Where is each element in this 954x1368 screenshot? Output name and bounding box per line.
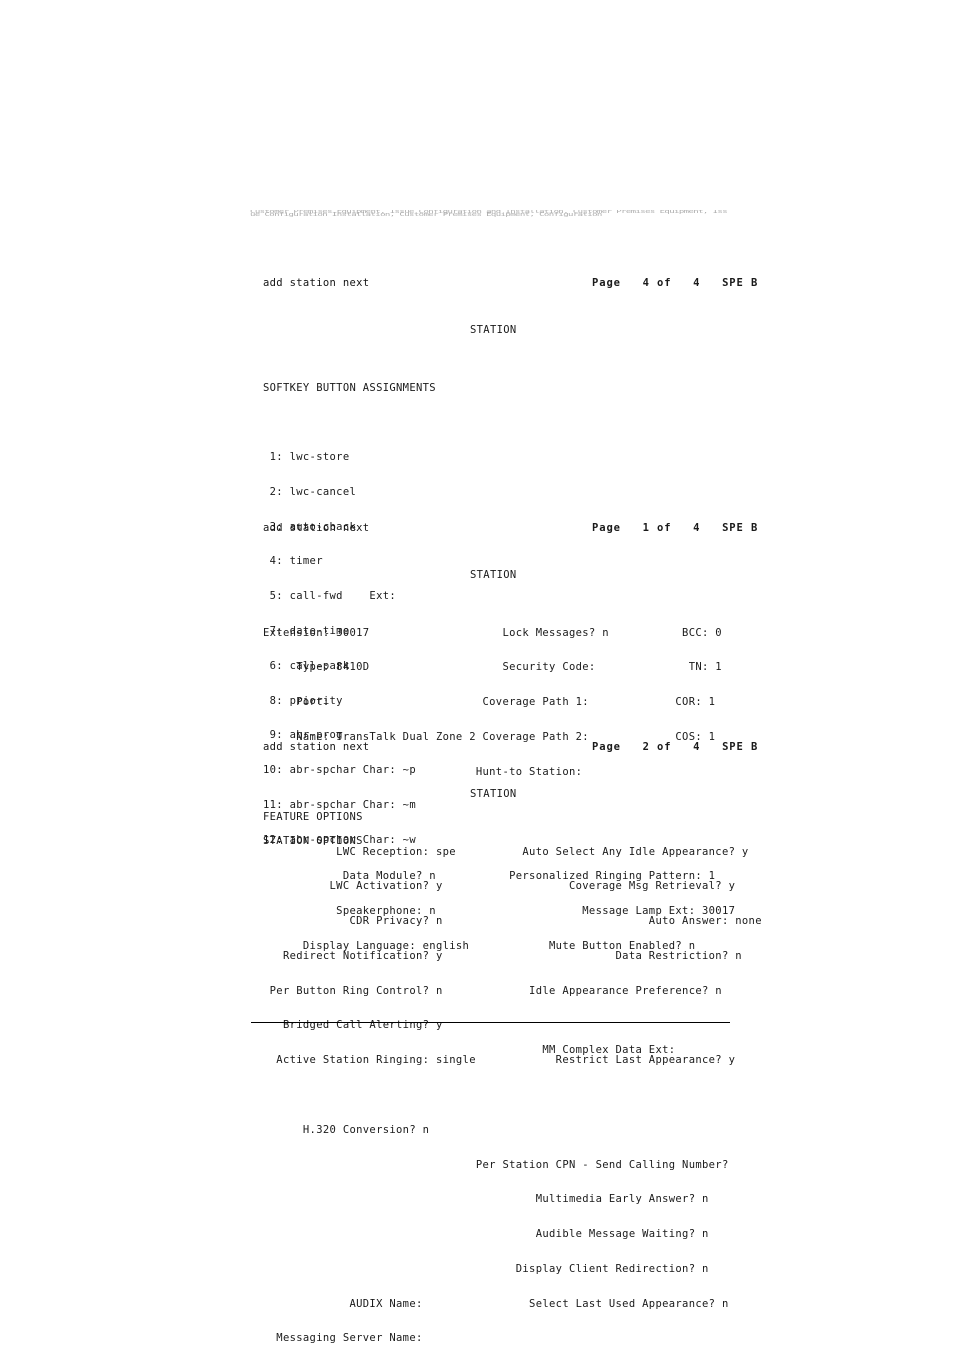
page-total-page1: 4 — [693, 522, 701, 535]
feature-option-line-cdr-privacy: CDR Privacy? n Auto Answer: none — [263, 915, 762, 928]
feature-option-line-per-station-cpn: Per Station CPN - Send Calling Number? — [263, 1158, 729, 1171]
screen-header-row-page2: add station next Page 2 of 4 SPE B — [263, 741, 757, 754]
page-number-page2: 2 — [642, 741, 650, 754]
page-of-page1: of — [657, 522, 672, 535]
page-number-page4: 4 — [642, 277, 650, 290]
page-label-page4: Page — [592, 277, 621, 290]
feature-option-line-h320-conversion: H.320 Conversion? n — [263, 1123, 430, 1136]
running-header-smudge-text: Customer Premises Equipment, Issue Confi… — [250, 210, 728, 218]
feature-option-line-per-button-ring: Per Button Ring Control? n Idle Appearan… — [263, 984, 722, 997]
form-title-row-page1: STATION — [263, 558, 733, 580]
scanned-running-header: Customer Premises Equipment, Issue Confi… — [250, 210, 730, 223]
page-indicator-page4: Page 4 of 4 SPE B — [592, 277, 759, 290]
page-footer-rule — [251, 1022, 730, 1023]
form-title-page2: STATION — [470, 787, 517, 800]
feature-option-line-display-client-redirection: Display Client Redirection? n — [263, 1262, 709, 1275]
page-of-page4: of — [657, 277, 672, 290]
processor-label-page2: SPE B — [722, 741, 759, 754]
page-of-page2: of — [657, 741, 672, 754]
section-heading-feature-options: FEATURE OPTIONS — [263, 810, 363, 823]
page-total-page4: 4 — [693, 277, 701, 290]
command-line-page1: add station next — [263, 522, 370, 535]
feature-option-line-lwc-activation: LWC Activation? y Coverage Msg Retrieval… — [263, 880, 736, 893]
softkey-line-1: 1: lwc-store — [263, 451, 350, 464]
page-label-page2: Page — [592, 741, 621, 754]
processor-label-page1: SPE B — [722, 522, 759, 535]
form-title-page1: STATION — [470, 568, 517, 581]
station-field-line-port: Port: Coverage Path 1: COR: 1 — [263, 696, 716, 709]
page-label-page1: Page — [592, 522, 621, 535]
document-page: Customer Premises Equipment, Issue Confi… — [0, 0, 954, 1344]
page-total-page2: 4 — [693, 741, 701, 754]
processor-label-page4: SPE B — [722, 277, 759, 290]
feature-option-line-audix-name: AUDIX Name: Select Last Used Appearance?… — [263, 1297, 729, 1310]
form-title-row-page4: STATION — [263, 313, 733, 335]
form-title-row-page2: STATION — [263, 777, 733, 799]
form-title-page4: STATION — [470, 323, 517, 336]
page-indicator-page2: Page 2 of 4 SPE B — [592, 741, 759, 754]
softkey-line-2: 2: lwc-cancel — [263, 485, 357, 498]
page-number-page1: 1 — [642, 522, 650, 535]
station-field-line-type: Type: 8410D Security Code: TN: 1 — [263, 661, 722, 674]
feature-option-line-messaging-server-name: Messaging Server Name: — [263, 1332, 423, 1345]
feature-option-line-active-station-ringing: Active Station Ringing: single Restrict … — [263, 1054, 736, 1067]
section-heading-softkey-assignments: SOFTKEY BUTTON ASSIGNMENTS — [263, 381, 436, 394]
screen-header-row-page4: add station next Page 4 of 4 SPE B — [263, 277, 757, 290]
page-indicator-page1: Page 1 of 4 SPE B — [592, 522, 759, 535]
feature-option-line-multimedia-early-answer: Multimedia Early Answer? n — [263, 1193, 709, 1206]
screen-header-row-page1: add station next Page 1 of 4 SPE B — [263, 522, 757, 535]
command-line-page4: add station next — [263, 277, 370, 290]
feature-option-line-redirect-notification: Redirect Notification? y Data Restrictio… — [263, 949, 742, 962]
terminal-screen-station-page-2: add station next Page 2 of 4 SPE B STATI… — [263, 719, 762, 1368]
command-line-page2: add station next — [263, 741, 370, 754]
station-field-line-extension: Extension: 30017 Lock Messages? n BCC: 0 — [263, 626, 722, 639]
feature-option-line-lwc-reception: LWC Reception: spe Auto Select Any Idle … — [263, 845, 749, 858]
